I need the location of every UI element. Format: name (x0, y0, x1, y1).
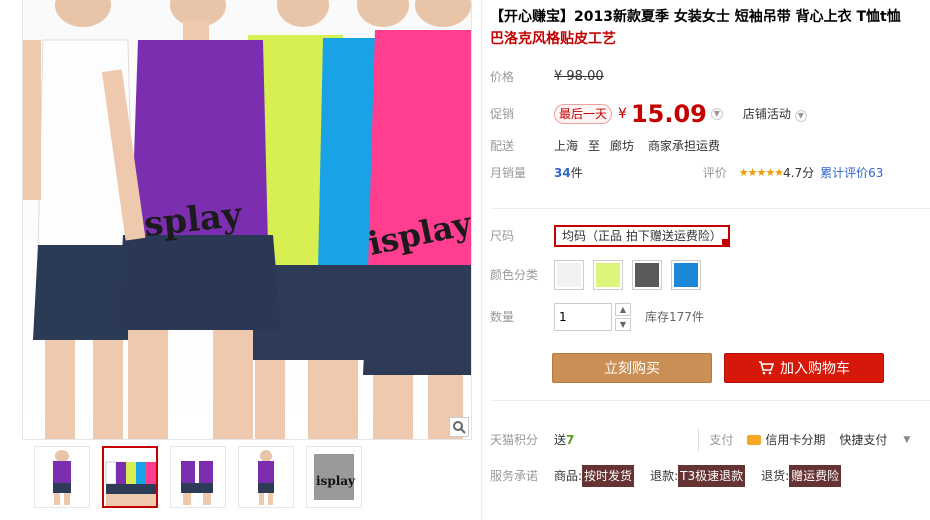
add-to-cart-button[interactable]: 加入购物车 (724, 353, 884, 383)
main-product-image[interactable]: isplay isplay (22, 0, 472, 440)
sales-label: 月销量 (490, 166, 527, 180)
rating-score: 4.7分 (783, 166, 815, 180)
chevron-down-icon: ▼ (794, 110, 807, 122)
return-prefix: 退货: (761, 469, 790, 483)
color-swatch-white[interactable] (554, 260, 584, 290)
model-pink: isplay (363, 0, 471, 439)
product-title-line1: 【开心赚宝】2013新款夏季 女装女士 短袖吊带 背心上衣 T恤t恤 (490, 9, 901, 25)
goods-prefix: 商品: (554, 469, 583, 483)
column-divider (481, 0, 482, 520)
service-label: 服务承诺 (490, 469, 539, 483)
points-label: 天猫积分 (490, 433, 539, 447)
thumbnail-strip: isplay (22, 446, 472, 520)
quantity-label: 数量 (490, 310, 515, 324)
models-photo: isplay isplay (23, 0, 471, 439)
chevron-down-icon[interactable]: ▼ (710, 108, 723, 120)
divider (490, 208, 930, 209)
thumbnail-5[interactable]: isplay (306, 446, 362, 508)
shipping-insurance-badge[interactable]: 赠运费险 (789, 465, 842, 487)
color-swatch-gray[interactable] (632, 260, 662, 290)
promo-tag: 最后一天 (554, 104, 613, 124)
color-label: 颜色分类 (490, 268, 539, 282)
thumbnail-1[interactable] (34, 446, 90, 508)
chevron-down-icon[interactable]: ▼ (903, 429, 910, 451)
price-row: 价格 ¥ 98.00 (490, 66, 604, 88)
size-option-selected[interactable]: 均码（正品 拍下赠送运费险） (554, 225, 730, 247)
shipping-row: 配送 上海 至 廊坊 商家承担运费 (490, 135, 720, 157)
credit-installment-link[interactable]: 信用卡分期 (747, 429, 825, 451)
thumbnail-4[interactable] (238, 446, 294, 508)
refund-prefix: 退款: (650, 469, 679, 483)
promo-label: 促销 (490, 107, 515, 121)
selected-check-icon (721, 239, 730, 247)
points-row: 天猫积分 送 7 支付 信用卡分期 快捷支付 ▼ (490, 429, 910, 451)
points-prefix: 送 (554, 433, 567, 447)
sales-count: 34 (554, 166, 571, 180)
ship-to-selector[interactable]: 廊坊 (610, 135, 634, 157)
shop-activity-link[interactable]: 店铺活动 ▼ (743, 103, 807, 125)
product-title: 【开心赚宝】2013新款夏季 女装女士 短袖吊带 背心上衣 T恤t恤 巴洛克风格… (490, 6, 920, 50)
size-row: 尺码 均码（正品 拍下赠送运费险） (490, 225, 730, 247)
ship-from: 上海 (554, 139, 579, 153)
cart-icon (759, 361, 775, 375)
color-swatch-blue[interactable] (671, 260, 701, 290)
search-icon (453, 421, 466, 434)
service-row: 服务承诺 商品: 按时发货 退款: T3极速退款 退货: 赠运费险 (490, 465, 842, 487)
ship-to-word: 至 (588, 139, 601, 153)
stock-count: 库存177件 (645, 310, 704, 324)
original-price: ¥ 98.00 (554, 69, 604, 84)
rating-stars: ★★★★★ (738, 166, 784, 179)
size-label: 尺码 (490, 229, 515, 243)
thumbnail-3[interactable] (170, 446, 226, 508)
zoom-button[interactable] (449, 417, 469, 437)
product-title-line2: 巴洛克风格贴皮工艺 (490, 31, 616, 47)
sales-unit: 件 (570, 166, 583, 180)
credit-card-icon (747, 435, 762, 445)
on-time-shipping-badge[interactable]: 按时发货 (582, 465, 635, 487)
pay-label: 支付 (698, 429, 733, 451)
quantity-up-button[interactable]: ▲ (615, 303, 631, 316)
shipping-label: 配送 (490, 139, 515, 153)
price-label: 价格 (490, 70, 515, 84)
quick-pay-link[interactable]: 快捷支付 (839, 429, 887, 451)
buy-now-button[interactable]: 立刻购买 (552, 353, 712, 383)
fast-refund-badge[interactable]: T3极速退款 (678, 465, 746, 487)
sales-row: 月销量 34 件 评价 ★★★★★ 4.7分 累计评价63 (490, 162, 883, 184)
review-label: 评价 (702, 166, 727, 180)
quantity-row: 数量 ▲ ▼ 库存177件 (490, 302, 704, 332)
total-reviews-link[interactable]: 累计评价63 (820, 162, 883, 184)
quantity-down-button[interactable]: ▼ (615, 318, 631, 331)
shipping-cost: 商家承担运费 (648, 139, 721, 153)
currency-symbol: ¥ (618, 106, 627, 122)
color-swatch-yellow[interactable] (593, 260, 623, 290)
divider (490, 400, 930, 401)
svg-text:isplay: isplay (316, 474, 356, 488)
promo-price: 15.09 (630, 100, 707, 128)
color-row: 颜色分类 (490, 258, 710, 292)
quantity-stepper: ▲ ▼ (615, 303, 631, 331)
promo-row: 促销 最后一天 ¥ 15.09 ▼ 店铺活动 ▼ (490, 101, 807, 127)
points-value: 7 (566, 433, 575, 447)
thumbnail-2[interactable] (102, 446, 158, 508)
quantity-input[interactable] (554, 303, 612, 331)
